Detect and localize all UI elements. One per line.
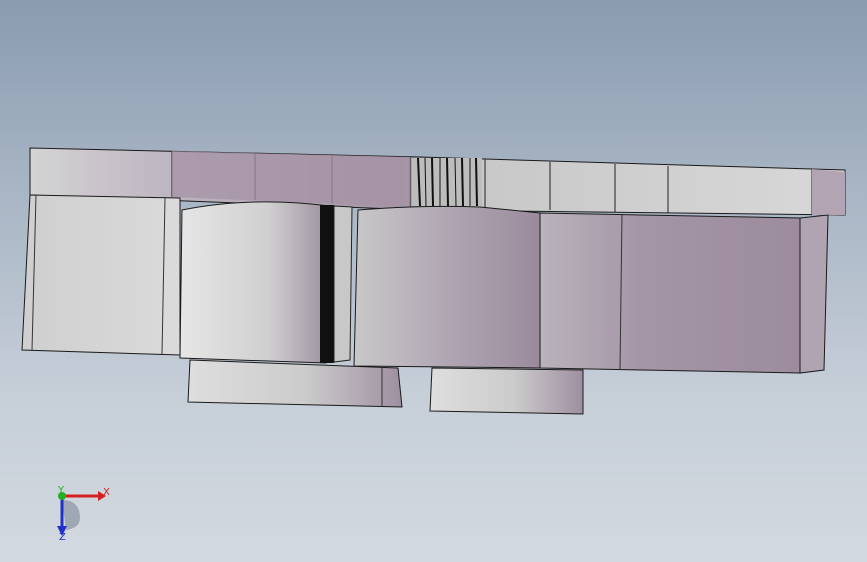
y-axis-label: Y bbox=[57, 485, 65, 496]
triad-shadow bbox=[62, 500, 80, 530]
x-axis-arrow bbox=[62, 491, 106, 501]
graphics-viewport[interactable]: X Z Y bbox=[0, 0, 867, 562]
right-block[interactable] bbox=[353, 205, 829, 374]
right-boss[interactable] bbox=[429, 367, 584, 415]
z-axis-label: Z bbox=[59, 532, 66, 543]
view-orientation-triad[interactable]: X Z Y bbox=[40, 478, 120, 558]
3d-model-view[interactable] bbox=[0, 0, 867, 562]
left-boss[interactable] bbox=[187, 359, 403, 408]
left-block[interactable] bbox=[21, 194, 181, 356]
left-cylinder[interactable] bbox=[179, 201, 353, 364]
x-axis-label: X bbox=[103, 487, 110, 498]
serrated-feature bbox=[412, 157, 482, 207]
